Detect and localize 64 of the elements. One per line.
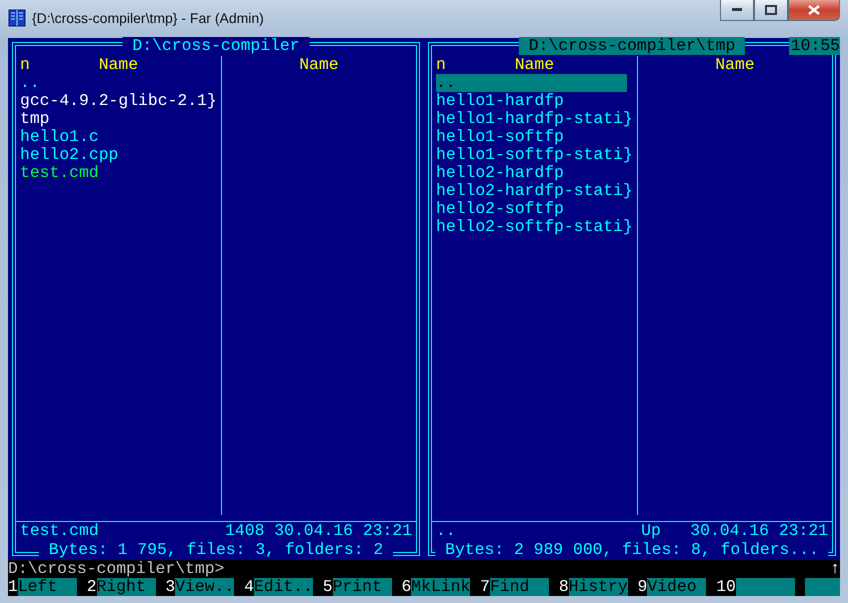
command-prompt[interactable]: D:\cross-compiler\tmp> <box>8 560 224 578</box>
key-number: 3 <box>165 578 176 596</box>
file-item[interactable]: tmp <box>20 110 217 128</box>
status-date: 30.04.16 <box>274 522 353 540</box>
clock: 10:55 <box>788 37 840 55</box>
maximize-button[interactable] <box>754 0 788 21</box>
function-key-button[interactable]: Find <box>490 578 549 596</box>
status-filename: test.cmd <box>20 522 99 540</box>
key-number: 6 <box>401 578 412 596</box>
column-header[interactable]: Name <box>98 56 138 74</box>
scroll-indicator: ↑ <box>830 560 840 578</box>
status-time: 23:21 <box>362 522 412 540</box>
close-button[interactable] <box>788 0 840 21</box>
file-item[interactable]: hello1-hardfp <box>436 92 633 110</box>
file-item[interactable]: hello1.c <box>20 128 217 146</box>
minimize-button[interactable] <box>720 0 754 21</box>
key-number: 4 <box>244 578 254 596</box>
key-number: 7 <box>480 578 490 596</box>
panel-summary: Bytes: 2 989 000, files: 8, folders... <box>435 541 829 559</box>
function-key-button[interactable]: Right <box>96 578 156 596</box>
status-size: 1408 <box>225 522 264 540</box>
status-time: 23:21 <box>778 522 828 540</box>
file-item[interactable]: hello2.cpp <box>20 146 217 164</box>
file-item[interactable]: test.cmd <box>20 164 217 182</box>
file-item[interactable]: hello1-hardfp-stati} <box>436 110 633 128</box>
close-icon <box>808 5 820 15</box>
status-date: 30.04.16 <box>690 522 769 540</box>
maximize-icon <box>765 5 777 15</box>
status-filename: .. <box>436 522 456 540</box>
key-number: 10 <box>716 578 736 596</box>
function-key-button[interactable]: Histry <box>568 578 628 596</box>
file-item[interactable]: hello1-softfp-stati} <box>436 146 633 164</box>
file-item[interactable]: hello2-hardfp-stati} <box>436 182 633 200</box>
sort-indicator: n <box>436 56 447 74</box>
panel-summary: Bytes: 1 795, files: 3, folders: 2 <box>38 541 394 559</box>
window-title: {D:\cross-compiler\tmp} - Far (Admin) <box>32 10 264 26</box>
file-item[interactable]: .. <box>20 74 217 92</box>
file-item[interactable]: hello2-hardfp <box>436 164 633 182</box>
key-number: 5 <box>322 578 333 596</box>
panel-title: D:\cross-compiler\tmp <box>518 37 746 55</box>
function-key-button[interactable]: Print <box>332 578 392 596</box>
key-number: 2 <box>86 578 97 596</box>
key-number: 9 <box>638 578 648 596</box>
function-key-button[interactable]: View.. <box>175 578 234 596</box>
minimize-icon <box>732 8 742 12</box>
keybar-filler <box>804 578 840 596</box>
function-key-button[interactable]: Video <box>647 578 706 596</box>
app-icon <box>8 9 26 27</box>
file-item[interactable]: .. <box>436 74 627 92</box>
column-header[interactable]: Name <box>299 56 339 74</box>
file-item[interactable]: hello2-softfp-stati} <box>436 218 633 236</box>
key-number: 8 <box>558 578 569 596</box>
file-item[interactable]: hello1-softfp <box>436 128 633 146</box>
file-item[interactable]: hello2-softfp <box>436 200 633 218</box>
function-key-button[interactable]: Left <box>18 578 77 596</box>
function-key-button[interactable]: MkLink <box>411 578 470 596</box>
panel-title: D:\cross-compiler <box>122 37 310 55</box>
status-size: Up <box>641 522 662 540</box>
sort-indicator: n <box>20 56 31 74</box>
key-number: 1 <box>8 578 18 596</box>
column-header[interactable]: Name <box>514 56 554 74</box>
column-header[interactable]: Name <box>715 56 755 74</box>
file-item[interactable]: gcc-4.9.2-glibc-2.1} <box>20 92 217 110</box>
function-key-button[interactable]: Edit.. <box>254 578 313 596</box>
